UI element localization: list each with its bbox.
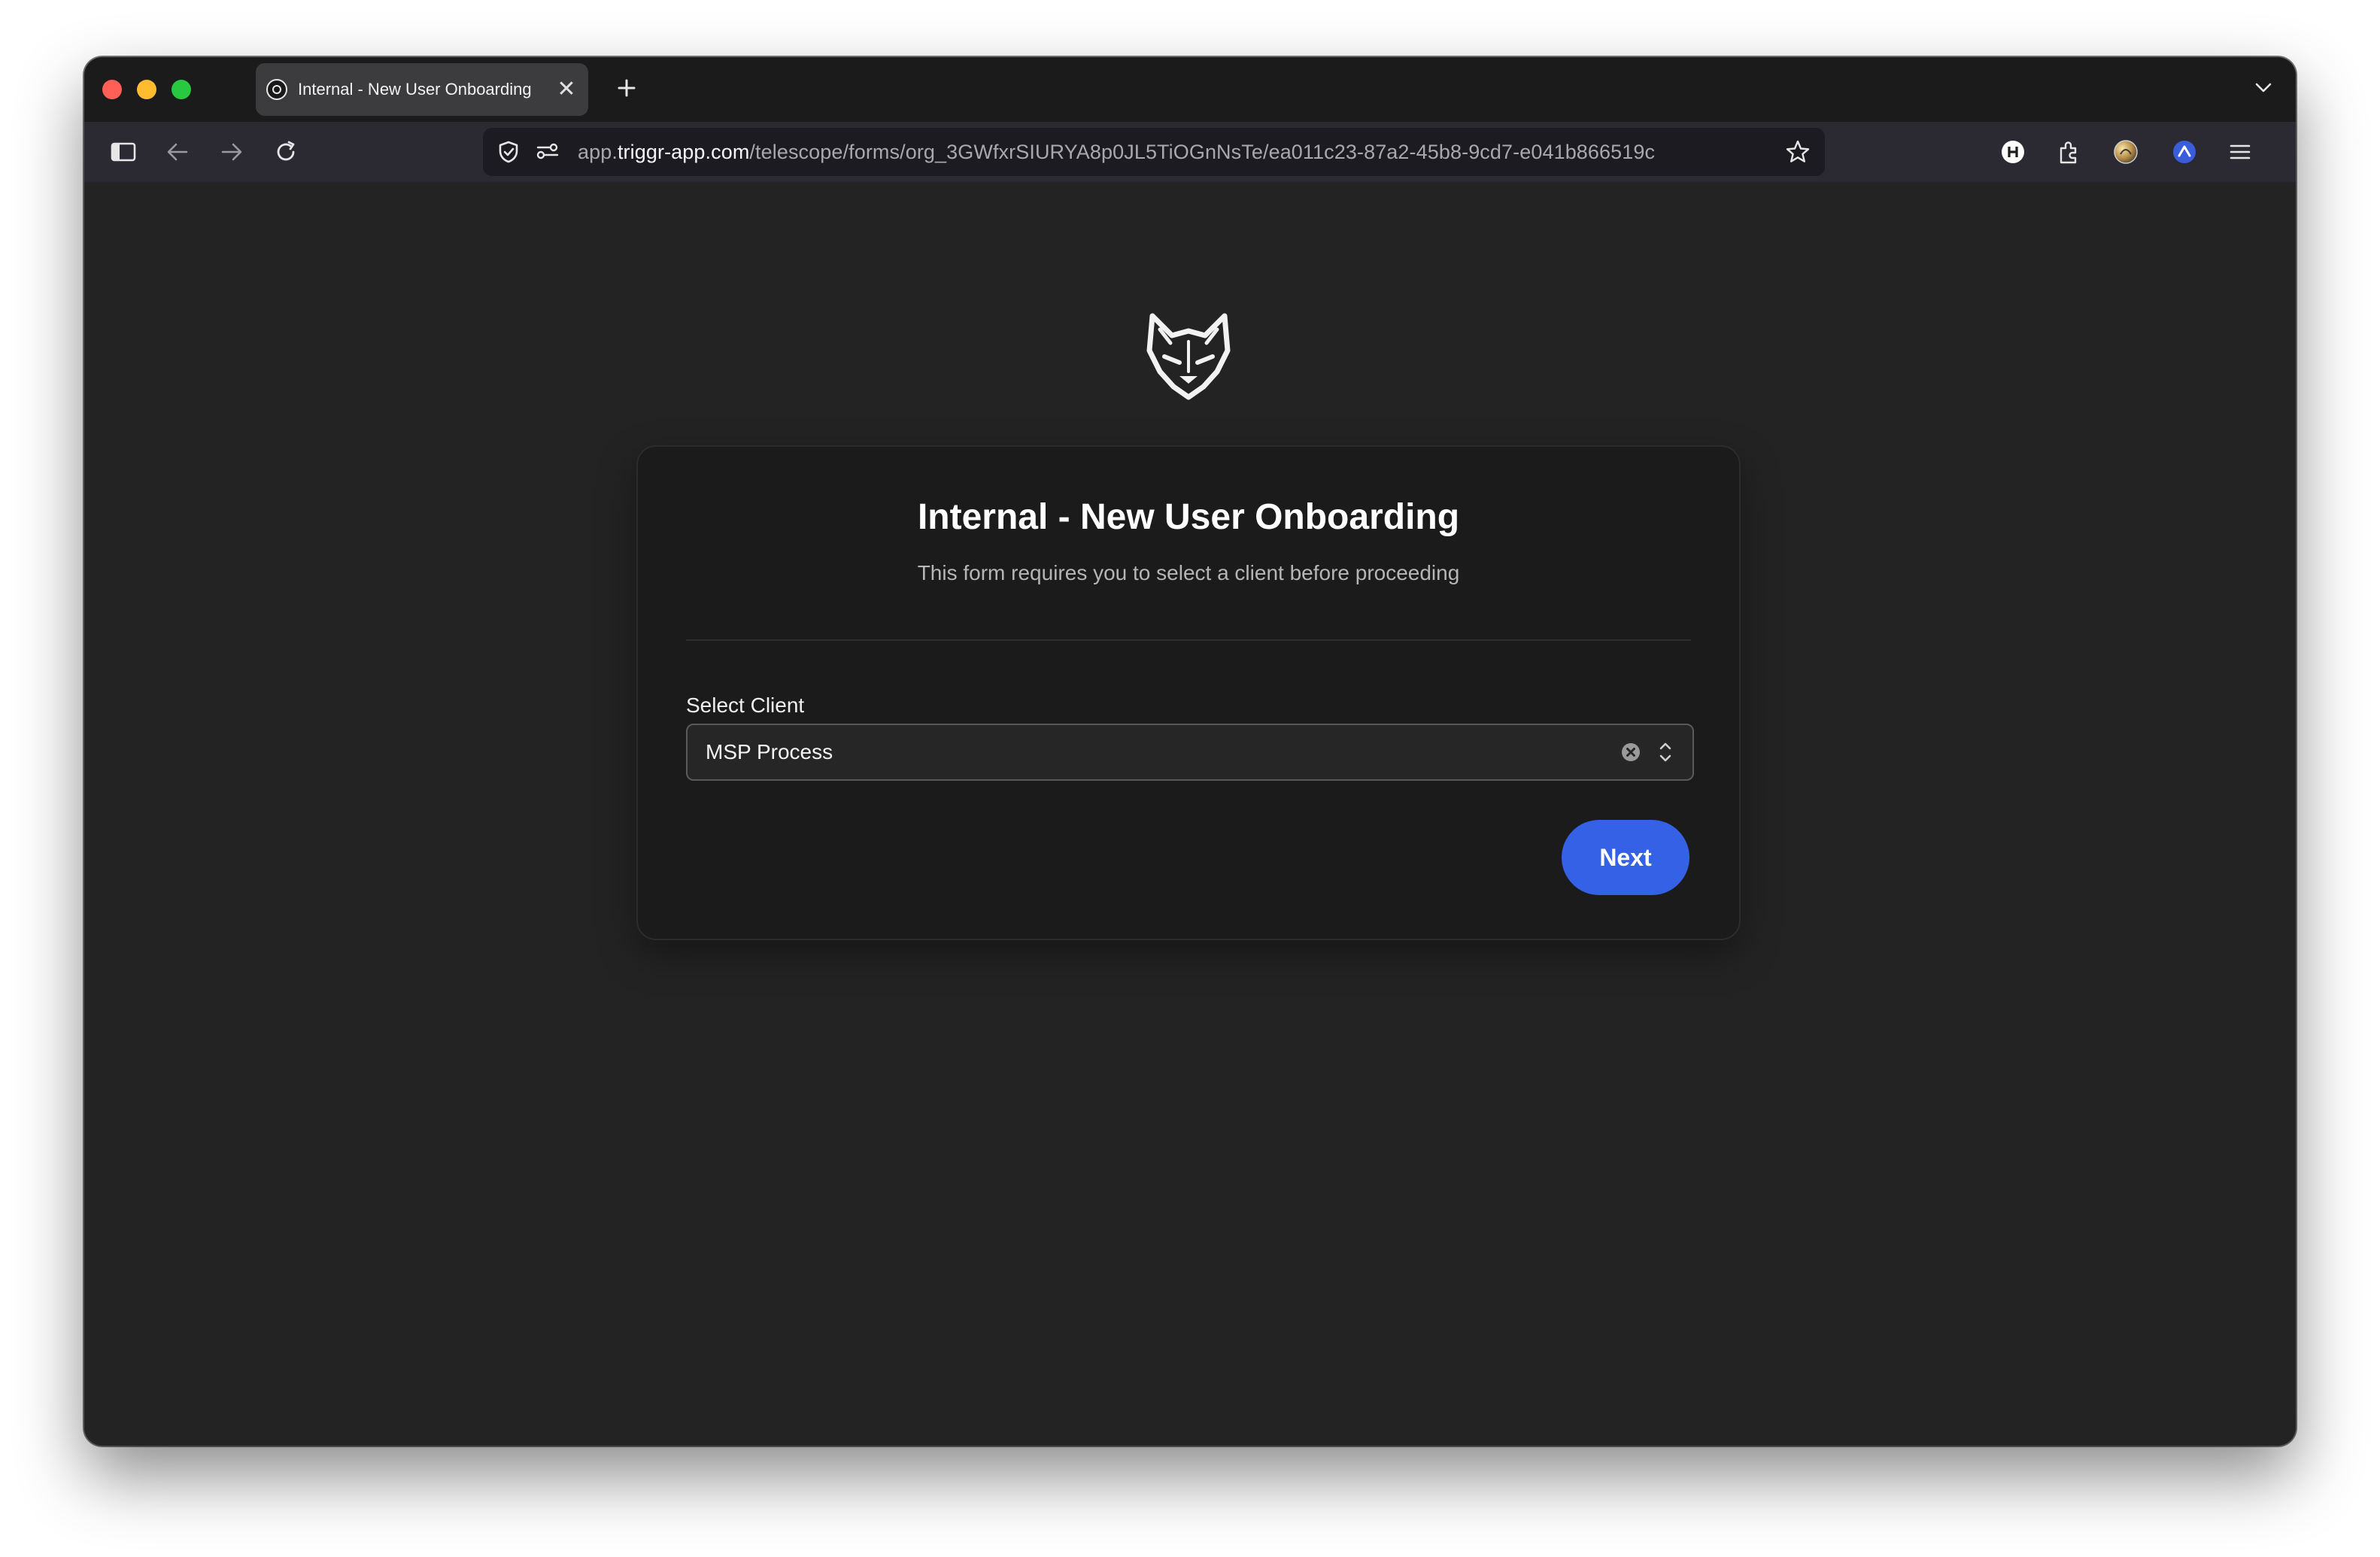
url-path: /telescope/forms/org_3GWfxrSIURYA8p0JL5T… [749, 140, 1656, 163]
tab-active[interactable]: Internal - New User Onboarding ✕ [256, 63, 588, 116]
url-text: app.triggr-app.com/telescope/forms/org_3… [578, 141, 1778, 164]
plus-icon [618, 79, 636, 97]
client-select-value: MSP Process [706, 740, 833, 763]
chevron-down-icon [2255, 83, 2272, 93]
chevron-up-down-icon[interactable] [1655, 739, 1676, 766]
forward-button[interactable] [212, 132, 251, 171]
favicon-icon [266, 79, 287, 100]
tab-list-button[interactable] [2245, 69, 2282, 107]
browser-window: Internal - New User Onboarding ✕ app.tri… [84, 57, 2296, 1446]
app-menu-button[interactable] [2221, 132, 2260, 171]
form-subtitle: This form requires you to select a clien… [917, 561, 1460, 584]
select-client-label: Select Client [686, 694, 805, 717]
back-button[interactable] [158, 132, 197, 171]
reload-icon [277, 141, 295, 161]
url-prefix: app. [578, 140, 618, 163]
permissions-icon[interactable] [528, 132, 567, 171]
maximize-window-button[interactable] [172, 80, 191, 99]
page-content: Internal - New User Onboarding This form… [84, 182, 2296, 1446]
blue-extension-icon [2173, 141, 2196, 163]
extensions-puzzle-icon [2060, 141, 2077, 164]
url-domain: triggr-app.com [617, 140, 750, 163]
form-title: Internal - New User Onboarding [917, 497, 1460, 537]
close-window-button[interactable] [102, 80, 122, 99]
onboarding-form-card: Internal - New User Onboarding This form… [636, 445, 1741, 940]
h-extension-button[interactable] [1993, 132, 2032, 171]
divider [686, 639, 1691, 641]
forward-arrow-icon [221, 143, 242, 161]
reload-button[interactable] [266, 132, 305, 171]
bookmark-star-icon[interactable] [1778, 132, 1817, 171]
sidebar-icon [111, 142, 136, 162]
back-arrow-icon [167, 143, 188, 161]
extensions-button[interactable] [2049, 132, 2088, 171]
minimize-window-button[interactable] [137, 80, 156, 99]
shield-icon[interactable] [489, 132, 528, 171]
navigation-toolbar: app.triggr-app.com/telescope/forms/org_3… [84, 122, 2296, 182]
blue-extension-button[interactable] [2165, 132, 2204, 171]
h-extension-icon [2002, 141, 2024, 163]
address-bar[interactable]: app.triggr-app.com/telescope/forms/org_3… [483, 128, 1825, 176]
sidebar-toggle-button[interactable] [104, 132, 143, 171]
client-select[interactable]: MSP Process [686, 724, 1694, 781]
tab-title: Internal - New User Onboarding [298, 80, 532, 99]
next-button[interactable]: Next [1562, 820, 1689, 895]
gradient-extension-icon [2114, 140, 2138, 164]
menu-icon [2230, 144, 2251, 159]
tab-close-button[interactable]: ✕ [555, 78, 578, 101]
new-tab-button[interactable] [606, 68, 647, 108]
tab-bar: Internal - New User Onboarding ✕ [84, 57, 2296, 122]
clear-selection-icon[interactable] [1620, 742, 1641, 763]
wolf-logo [1146, 313, 1231, 400]
gradient-extension-button[interactable] [2106, 132, 2145, 171]
